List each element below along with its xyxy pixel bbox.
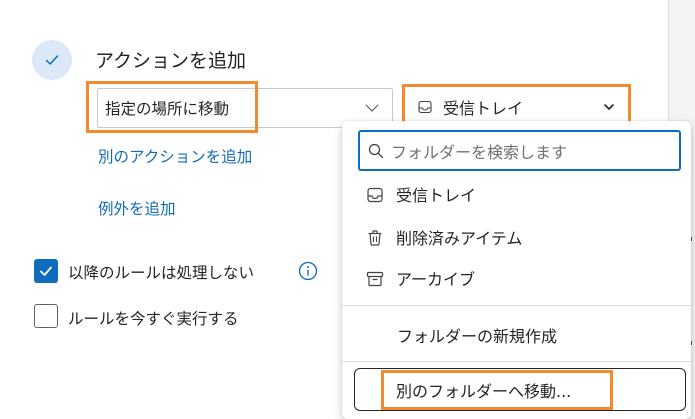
inbox-icon: [367, 187, 383, 203]
folder-select-value: 受信トレイ: [443, 99, 524, 118]
move-to-other-folder-button[interactable]: 別のフォルダーへ移動...: [354, 368, 686, 411]
stop-processing-label: 以降のルールは処理しない: [68, 264, 255, 282]
checkmark-icon: [40, 266, 52, 276]
folder-item-label: 受信トレイ: [396, 186, 477, 205]
stop-processing-checkbox[interactable]: [34, 259, 58, 283]
menu-divider: [342, 305, 691, 306]
section-title: アクションを追加: [95, 50, 247, 72]
search-icon: [368, 143, 384, 158]
folder-search-input[interactable]: フォルダーを検索します: [358, 130, 681, 171]
folder-item-deleted[interactable]: 削除済みアイテム: [342, 217, 691, 257]
trash-icon: [368, 230, 382, 246]
checkmark-icon: [45, 55, 59, 65]
folder-item-archive[interactable]: アーカイブ: [342, 258, 691, 298]
action-select-value: 指定の場所に移動: [105, 100, 230, 118]
new-folder-item[interactable]: フォルダーの新規作成: [342, 315, 691, 355]
run-now-checkbox[interactable]: [34, 304, 58, 328]
add-another-action-link[interactable]: 別のアクションを追加: [98, 145, 252, 167]
folder-item-inbox[interactable]: 受信トレイ: [342, 174, 691, 214]
chevron-down-icon: [365, 104, 379, 112]
folder-item-label: アーカイブ: [396, 270, 476, 289]
archive-icon: [366, 271, 384, 287]
new-folder-label: フォルダーの新規作成: [397, 327, 558, 346]
run-now-label: ルールを今すぐ実行する: [68, 310, 239, 328]
folder-item-label: 削除済みアイテム: [396, 229, 523, 248]
search-placeholder: フォルダーを検索します: [391, 142, 568, 162]
menu-divider: [342, 361, 691, 362]
add-exception-link[interactable]: 例外を追加: [98, 197, 176, 219]
info-icon[interactable]: [298, 261, 318, 281]
chevron-down-icon: [604, 104, 614, 111]
inbox-icon: [418, 100, 432, 114]
completed-step-indicator: [32, 40, 72, 80]
move-to-other-folder-label: 別のフォルダーへ移動...: [396, 382, 572, 401]
